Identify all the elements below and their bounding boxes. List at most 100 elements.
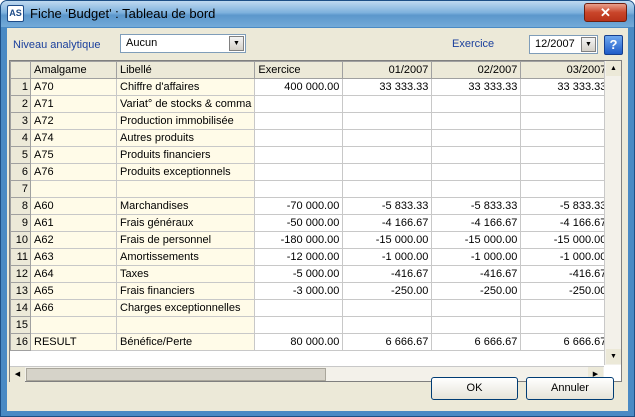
table-row[interactable]: 3 A72 Production immobilisée [10,112,611,130]
month-1-cell[interactable]: -1 000.00 [342,248,433,266]
amalgame-cell[interactable]: A66 [30,299,117,317]
libelle-cell[interactable] [115,316,256,334]
month-3-cell[interactable]: 6 666.67 [520,333,611,351]
libelle-cell[interactable]: Production immobilisée [115,112,256,130]
scroll-down-icon[interactable]: ▼ [606,349,621,364]
month-2-cell[interactable]: -416.67 [431,265,522,283]
table-row[interactable]: 8 A60 Marchandises -70 000.00 -5 833.33 -5 83… [10,197,611,215]
month-2-cell[interactable] [431,163,522,181]
column-header-exercice[interactable]: Exercice [254,61,344,79]
month-3-cell[interactable]: -4 166.67 [520,214,611,232]
table-row[interactable]: 9 A61 Frais généraux -50 000.00 -4 166.67 -4 … [10,214,611,232]
month-1-cell[interactable]: -15 000.00 [342,231,433,249]
amalgame-cell[interactable]: A61 [30,214,117,232]
amalgame-cell[interactable]: A64 [30,265,117,283]
month-2-cell[interactable]: -5 833.33 [431,197,522,215]
table-row[interactable]: 12 A64 Taxes -5 000.00 -416.67 -416.67 -416.67 [10,265,611,283]
table-row[interactable]: 7 [10,180,611,198]
month-2-cell[interactable] [431,180,522,198]
libelle-cell[interactable]: Frais généraux [115,214,256,232]
exercice-cell[interactable]: 400 000.00 [254,78,344,96]
libelle-cell[interactable]: Frais financiers [115,282,256,300]
amalgame-cell[interactable] [30,180,117,198]
exercice-cell[interactable] [254,95,344,113]
table-row[interactable]: 14 A66 Charges exceptionnelles [10,299,611,317]
month-3-cell[interactable] [520,299,611,317]
libelle-cell[interactable]: Amortissements [115,248,256,266]
amalgame-cell[interactable]: A72 [30,112,117,130]
libelle-cell[interactable]: Autres produits [115,129,256,147]
month-1-cell[interactable]: 6 666.67 [342,333,433,351]
amalgame-cell[interactable] [30,316,117,334]
scroll-left-icon[interactable]: ◀ [10,367,25,382]
libelle-cell[interactable]: Taxes [115,265,256,283]
month-1-cell[interactable] [342,129,433,147]
amalgame-cell[interactable]: A62 [30,231,117,249]
month-3-cell[interactable] [520,316,611,334]
exercice-cell[interactable]: -50 000.00 [254,214,344,232]
libelle-cell[interactable]: Produits exceptionnels [115,163,256,181]
month-1-cell[interactable] [342,316,433,334]
exercice-cell[interactable]: -3 000.00 [254,282,344,300]
amalgame-cell[interactable]: A63 [30,248,117,266]
amalgame-cell[interactable]: A60 [30,197,117,215]
column-header-month-3[interactable]: 03/2007 [520,61,611,79]
exercice-cell[interactable]: -180 000.00 [254,231,344,249]
month-1-cell[interactable] [342,180,433,198]
column-header-month-2[interactable]: 02/2007 [431,61,522,79]
amalgame-cell[interactable]: A65 [30,282,117,300]
table-row[interactable]: 1 A70 Chiffre d'affaires 400 000.00 33 333.3… [10,78,611,96]
exercice-cell[interactable] [254,180,344,198]
amalgame-cell[interactable]: A74 [30,129,117,147]
month-2-cell[interactable]: -4 166.67 [431,214,522,232]
libelle-cell[interactable]: Marchandises [115,197,256,215]
month-1-cell[interactable]: -5 833.33 [342,197,433,215]
month-1-cell[interactable] [342,163,433,181]
table-row[interactable]: 15 [10,316,611,334]
month-3-cell[interactable]: -250.00 [520,282,611,300]
month-1-cell[interactable] [342,112,433,130]
table-row[interactable]: 13 A65 Frais financiers -3 000.00 -250.00 -25… [10,282,611,300]
title-bar[interactable]: AS Fiche 'Budget' : Tableau de bord ✕ [1,1,634,27]
budget-grid[interactable]: Amalgame Libellé Exercice 01/2007 02/200… [9,60,622,382]
libelle-cell[interactable]: Produits financiers [115,146,256,164]
month-1-cell[interactable]: -4 166.67 [342,214,433,232]
month-3-cell[interactable] [520,95,611,113]
amalgame-cell[interactable]: A75 [30,146,117,164]
table-row[interactable]: 10 A62 Frais de personnel -180 000.00 -15 00… [10,231,611,249]
close-button[interactable]: ✕ [584,3,627,22]
month-2-cell[interactable] [431,112,522,130]
month-3-cell[interactable]: -416.67 [520,265,611,283]
help-button[interactable]: ? [604,35,623,55]
cancel-button[interactable]: Annuler [526,377,614,400]
month-3-cell[interactable]: -5 833.33 [520,197,611,215]
libelle-cell[interactable]: Frais de personnel [115,231,256,249]
month-2-cell[interactable] [431,129,522,147]
column-header-month-1[interactable]: 01/2007 [342,61,433,79]
column-header-amalgame[interactable]: Amalgame [30,61,117,79]
amalgame-cell[interactable]: A76 [30,163,117,181]
table-row[interactable]: 16 RESULT Bénéfice/Perte 80 000.00 6 666.67 6… [10,333,611,351]
chevron-down-icon[interactable]: ▼ [581,37,596,52]
amalgame-cell[interactable]: A71 [30,95,117,113]
month-2-cell[interactable] [431,95,522,113]
month-2-cell[interactable] [431,316,522,334]
month-3-cell[interactable] [520,163,611,181]
chevron-down-icon[interactable]: ▼ [229,36,244,51]
ok-button[interactable]: OK [431,377,518,400]
month-2-cell[interactable]: -15 000.00 [431,231,522,249]
month-1-cell[interactable]: -416.67 [342,265,433,283]
month-2-cell[interactable]: 33 333.33 [431,78,522,96]
exercice-cell[interactable] [254,299,344,317]
libelle-cell[interactable] [115,180,256,198]
month-1-cell[interactable] [342,146,433,164]
month-2-cell[interactable]: -1 000.00 [431,248,522,266]
month-3-cell[interactable] [520,180,611,198]
libelle-cell[interactable]: Charges exceptionnelles [115,299,256,317]
table-row[interactable]: 11 A63 Amortissements -12 000.00 -1 000.00 -1… [10,248,611,266]
month-3-cell[interactable]: -15 000.00 [520,231,611,249]
exercice-cell[interactable] [254,163,344,181]
exercice-cell[interactable] [254,146,344,164]
month-1-cell[interactable] [342,299,433,317]
month-3-cell[interactable]: 33 333.33 [520,78,611,96]
